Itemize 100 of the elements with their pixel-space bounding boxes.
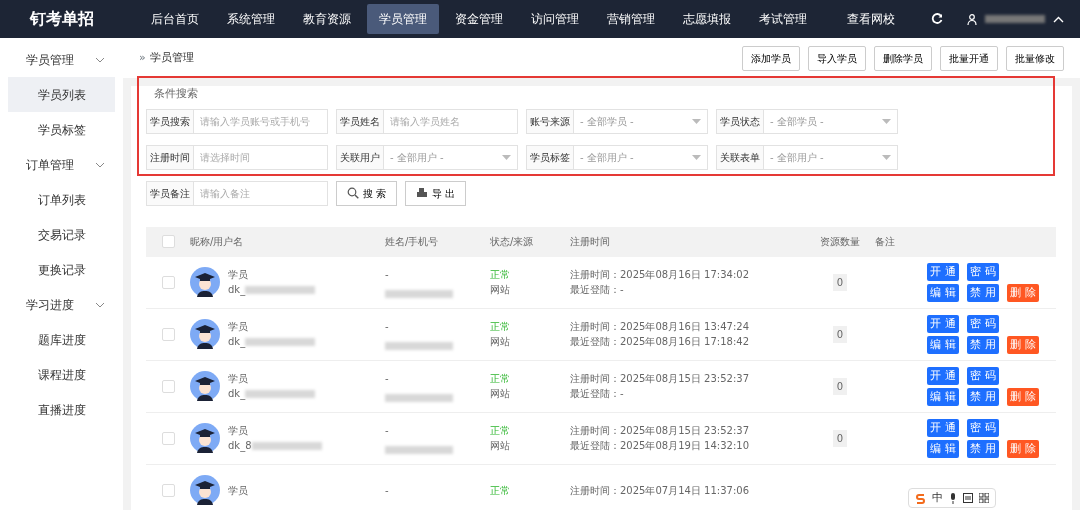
action-button[interactable]: 禁 用	[967, 387, 999, 406]
student-nickname: 学员	[228, 424, 249, 438]
column-header: 备注	[875, 236, 895, 247]
toolbar-button[interactable]: 添加学员	[742, 45, 800, 71]
dropdown-icon	[692, 154, 701, 160]
keyboard-icon	[963, 493, 973, 503]
input-field[interactable]: 请输入学员姓名	[384, 108, 518, 134]
status-text: 正常	[490, 320, 511, 334]
register-time: 注册时间：2025年08月15日 23:52:37	[570, 424, 750, 438]
nav-tab[interactable]: 志愿填报	[671, 4, 743, 34]
register-time: 注册时间：2025年08月16日 13:47:24	[570, 320, 750, 334]
action-button[interactable]: 开 通	[927, 418, 959, 437]
row-checkbox[interactable]	[161, 327, 175, 341]
student-name: -	[385, 267, 390, 282]
toolbar-button[interactable]: 删除学员	[874, 45, 932, 71]
graduate-avatar-icon	[190, 319, 220, 349]
chevron-icon	[95, 56, 105, 63]
sidebar-item[interactable]: 题库进度	[8, 322, 115, 357]
column-header: 姓名/手机号	[385, 236, 439, 247]
toolbar-button[interactable]: 批量开通	[940, 45, 998, 71]
nav-tab[interactable]: 考试管理	[747, 4, 819, 34]
graduate-avatar-icon	[190, 475, 220, 505]
status-text: 正常	[490, 372, 511, 386]
source-text: 网站	[490, 439, 511, 453]
resource-count: 0	[832, 325, 848, 343]
action-button[interactable]: 编 辑	[927, 387, 959, 406]
search-button[interactable]: 搜 索	[336, 180, 398, 206]
sidebar-group[interactable]: 订单管理	[0, 147, 123, 182]
toolbar-button[interactable]: 批量修改	[1006, 45, 1064, 71]
status-text: 正常	[490, 483, 511, 498]
action-button[interactable]: 编 辑	[927, 439, 959, 458]
action-button[interactable]: 禁 用	[967, 439, 999, 458]
row-checkbox[interactable]	[161, 483, 175, 497]
user-icon	[967, 13, 977, 25]
student-nickname: 学员	[228, 320, 249, 334]
student-name: -	[385, 483, 390, 498]
register-time: 注册时间：2025年08月15日 23:52:37	[570, 372, 750, 386]
row-checkbox[interactable]	[161, 379, 175, 393]
sidebar-group[interactable]: 学员管理	[0, 42, 123, 77]
action-button[interactable]: 开 通	[927, 314, 959, 333]
action-button[interactable]: 密 码	[967, 314, 999, 333]
sidebar-item[interactable]: 学员列表	[8, 77, 115, 112]
search-button[interactable]: 导 出	[405, 180, 467, 206]
search-title: 条件搜索	[154, 86, 199, 102]
nav-tab[interactable]: 后台首页	[139, 4, 211, 34]
site-link[interactable]: 查看网校	[835, 4, 907, 34]
sidebar-item[interactable]: 学员标签	[8, 112, 115, 147]
student-username: dk_	[228, 387, 246, 401]
action-button[interactable]: 编 辑	[927, 283, 959, 302]
redacted-phone	[385, 393, 453, 402]
field-label: 关联用户	[336, 144, 384, 170]
nav-tab[interactable]: 营销管理	[595, 4, 667, 34]
redacted-phone	[385, 445, 453, 454]
student-nickname: 学员	[228, 268, 249, 282]
action-button[interactable]: 密 码	[967, 366, 999, 385]
action-button[interactable]: 密 码	[967, 262, 999, 281]
field-label: 账号来源	[526, 108, 574, 134]
select-all-checkbox[interactable]	[161, 235, 175, 248]
nav-tab[interactable]: 教育资源	[291, 4, 363, 34]
redacted-text	[245, 389, 316, 398]
nav-tab[interactable]: 学员管理	[367, 4, 439, 34]
action-button[interactable]: 密 码	[967, 418, 999, 437]
status-text: 正常	[490, 268, 511, 282]
input-method-logo-icon	[915, 492, 926, 504]
action-button[interactable]: 开 通	[927, 262, 959, 281]
row-checkbox[interactable]	[161, 275, 175, 289]
redacted-text	[245, 337, 316, 346]
action-button[interactable]: 开 通	[927, 366, 959, 385]
redacted-text	[251, 441, 322, 450]
redacted-phone	[385, 289, 453, 298]
action-button[interactable]: 禁 用	[967, 283, 999, 302]
row-checkbox[interactable]	[161, 431, 175, 445]
collapse-icon	[1053, 15, 1064, 23]
toolbar-button[interactable]: 导入学员	[808, 45, 866, 71]
sidebar-item[interactable]: 直播进度	[8, 392, 115, 427]
source-text: 网站	[490, 335, 511, 349]
source-text: 网站	[490, 387, 511, 401]
sidebar-item[interactable]: 交易记录	[8, 217, 115, 252]
nav-tab[interactable]: 系统管理	[215, 4, 287, 34]
nav-tab[interactable]: 资金管理	[443, 4, 515, 34]
sidebar-group[interactable]: 学习进度	[0, 287, 123, 322]
sidebar-item[interactable]: 更换记录	[8, 252, 115, 287]
sidebar-item[interactable]: 订单列表	[8, 182, 115, 217]
field-label: 学员状态	[716, 108, 764, 134]
redacted-phone	[385, 341, 453, 350]
input-mode-label: 中	[932, 489, 943, 506]
column-header: 状态/来源	[490, 236, 534, 247]
status-text: 正常	[490, 424, 511, 438]
resource-count: 0	[832, 273, 848, 291]
printer-icon	[416, 187, 429, 199]
input-field[interactable]: 请输入学员账号或手机号	[194, 108, 328, 134]
sidebar-item[interactable]: 课程进度	[8, 357, 115, 392]
nav-tab[interactable]: 访问管理	[519, 4, 591, 34]
chevron-icon	[95, 301, 105, 308]
student-username: dk_	[228, 335, 246, 349]
action-button[interactable]: 编 辑	[927, 335, 959, 354]
action-button[interactable]: 禁 用	[967, 335, 999, 354]
input-field[interactable]: 请输入备注	[194, 180, 328, 206]
input-field[interactable]: 请选择时间	[194, 144, 328, 170]
breadcrumb: 学员管理	[149, 49, 194, 66]
